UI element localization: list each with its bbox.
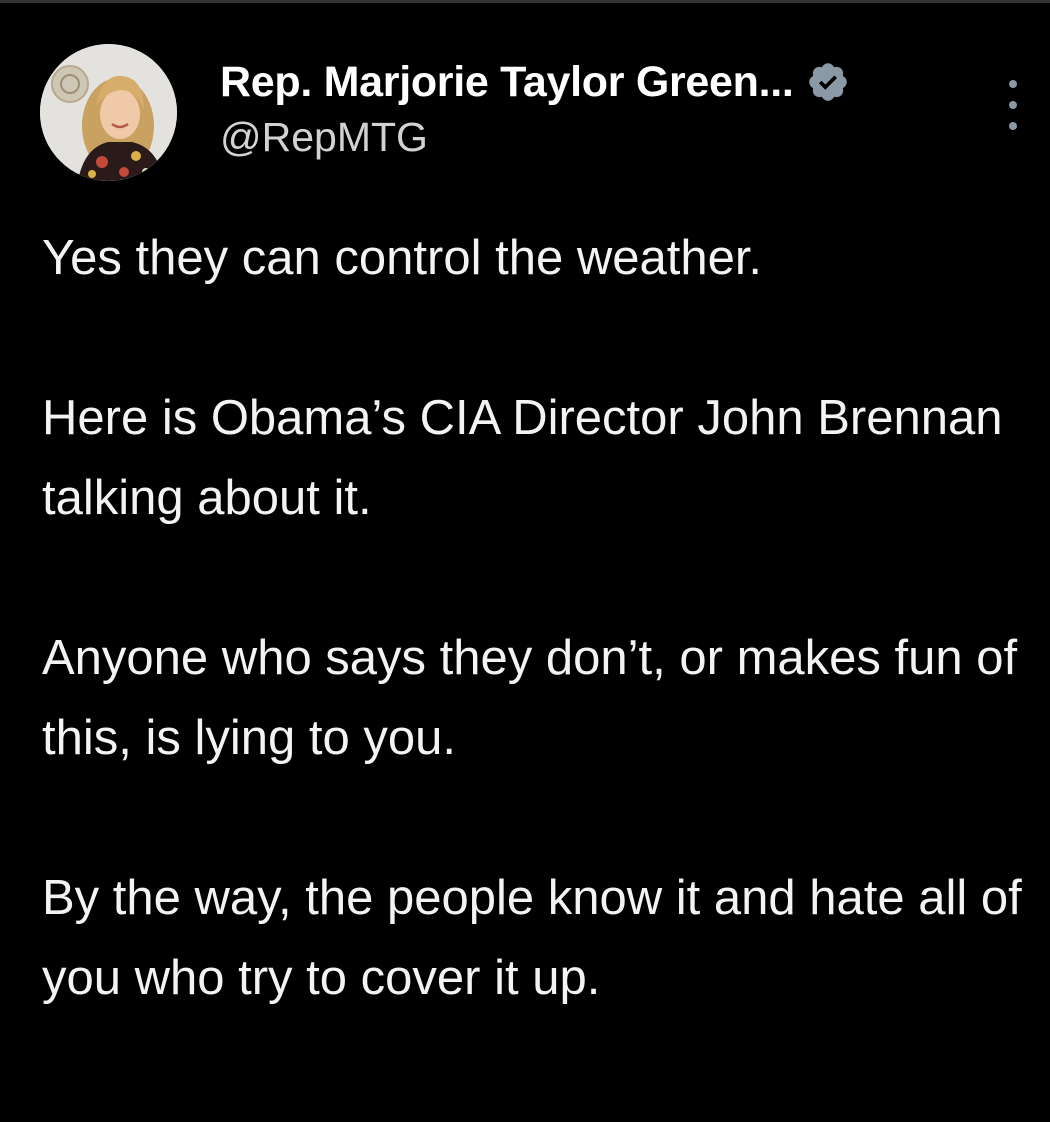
tweet: Rep. Marjorie Taylor Green... @RepMTG Ye…	[0, 0, 1050, 1122]
author-handle[interactable]: @RepMTG	[220, 114, 850, 161]
name-row: Rep. Marjorie Taylor Green...	[220, 56, 850, 108]
author-display-name[interactable]: Rep. Marjorie Taylor Green...	[220, 58, 794, 107]
avatar-image	[40, 44, 177, 181]
tweet-paragraph: Anyone who says they don’t, or makes fun…	[42, 631, 1018, 765]
tweet-paragraph: Here is Obama’s CIA Director John Brenna…	[42, 391, 1003, 525]
more-dot	[1009, 101, 1017, 109]
author-identity: Rep. Marjorie Taylor Green... @RepMTG	[220, 56, 850, 161]
more-dot	[1009, 122, 1017, 130]
avatar[interactable]	[40, 44, 177, 181]
more-options-vertical-icon[interactable]	[1000, 80, 1026, 130]
tweet-paragraph: By the way, the people know it and hate …	[42, 871, 1022, 1005]
tweet-paragraph: Yes they can control the weather.	[42, 231, 763, 285]
tweet-header: Rep. Marjorie Taylor Green... @RepMTG	[40, 44, 1020, 184]
verified-badge-icon	[806, 60, 850, 104]
more-dot	[1009, 80, 1017, 88]
tweet-text: Yes they can control the weather. Here i…	[42, 218, 1032, 1018]
